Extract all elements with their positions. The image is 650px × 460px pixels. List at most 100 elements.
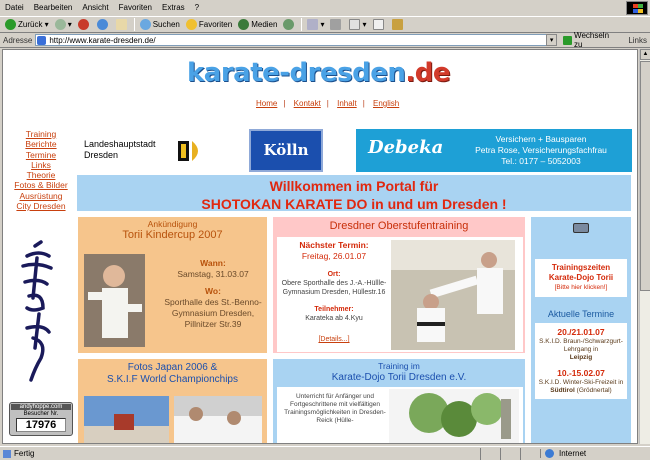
side-link-fotos[interactable]: Fotos & Bilder	[11, 180, 71, 190]
url-text: http://www.karate-dresden.de/	[49, 35, 156, 45]
side-link-training[interactable]: Training	[11, 129, 71, 139]
details-link[interactable]: [Details...]	[318, 336, 349, 343]
panel-right-sidebar: Trainingszeiten Karate-Dojo Torii [Bitte…	[530, 216, 632, 443]
counter-value: 17976	[16, 418, 66, 432]
side-link-termine[interactable]: Termine	[11, 150, 71, 160]
panel-training-header: Training im	[378, 361, 420, 371]
windows-logo-icon	[626, 1, 648, 15]
scroll-thumb[interactable]	[640, 61, 650, 291]
back-button[interactable]: Zurück ▾	[2, 17, 52, 32]
media-icon	[238, 19, 250, 30]
aktuelle-termine-heading: Aktuelle Termine	[547, 309, 615, 319]
go-arrow-icon	[563, 35, 573, 45]
page-viewport: karate-dresden.de Home | Kontakt | Inhalt |…	[2, 49, 638, 444]
top-navigation: Home | Kontakt | Inhalt | English	[256, 99, 400, 108]
status-bar: Fertig Internet	[0, 446, 650, 460]
messenger-button[interactable]	[389, 17, 408, 32]
panel-fotos-japan: Fotos Japan 2006 & S.K.I.F World Champio…	[77, 358, 268, 444]
scroll-up-button[interactable]: ▲	[640, 49, 650, 60]
status-text: Fertig	[0, 449, 480, 458]
document-icon	[372, 19, 384, 30]
menu-extras[interactable]: Extras	[157, 3, 190, 12]
panel-oberstufentraining: Dresdner Oberstufentraining Nächster Ter…	[272, 216, 526, 354]
panel-training-text: Unterricht für Anfänger und Fortgeschrit…	[284, 393, 386, 424]
links-button[interactable]: Links	[625, 36, 650, 45]
discuss-button[interactable]	[370, 17, 389, 32]
japan-photo-1[interactable]	[84, 396, 169, 444]
karate-kid-photo	[84, 254, 145, 347]
edit-button[interactable]: ▾	[346, 17, 369, 32]
refresh-button[interactable]	[94, 17, 113, 32]
mail-button[interactable]: ▾	[304, 17, 327, 32]
printer-icon	[330, 19, 342, 30]
search-icon	[139, 19, 151, 30]
counter-site: andyhoppe.com	[11, 404, 71, 410]
menu-bearbeiten[interactable]: Bearbeiten	[29, 3, 78, 12]
toolbar-separator	[133, 18, 135, 31]
browser-window: Datei Bearbeiten Ansicht Favoriten Extra…	[0, 0, 650, 460]
mail-icon	[307, 19, 319, 30]
media-button[interactable]: Medien	[235, 17, 280, 32]
vertical-scrollbar[interactable]: ▲	[639, 49, 650, 444]
side-link-berichte[interactable]: Berichte	[11, 139, 71, 149]
address-dropdown-button[interactable]: ▾	[546, 34, 558, 46]
edit-icon	[349, 19, 361, 30]
panel-kindercup-header: Ankündigung	[147, 219, 198, 229]
menu-help[interactable]: ?	[190, 3, 204, 12]
trainingszeiten-box[interactable]: Trainingszeiten Karate-Dojo Torii [Bitte…	[535, 259, 627, 297]
panel-training-dojo: Training im Karate-Dojo Torii Dresden e.…	[272, 358, 526, 443]
welcome-banner: Willkommen im Portal für SHOTOKAN KARATE…	[76, 174, 632, 212]
back-arrow-icon	[5, 19, 16, 30]
menu-favoriten[interactable]: Favoriten	[114, 3, 157, 12]
site-logo[interactable]: karate-dresden.de	[187, 58, 450, 88]
debeka-text: Versichern + Bausparen Petra Rose, Versi…	[475, 134, 607, 166]
address-bar: Adresse http://www.karate-dresden.de/ ▾ …	[0, 31, 650, 49]
sparring-photo	[391, 240, 515, 350]
nav-link-inhalt[interactable]: Inhalt	[337, 99, 357, 108]
side-link-links[interactable]: Links	[11, 160, 71, 170]
nav-link-home[interactable]: Home	[256, 99, 277, 108]
counter-label: Besucher Nr.	[23, 411, 59, 417]
refresh-icon	[96, 19, 108, 30]
nav-link-english[interactable]: English	[373, 99, 399, 108]
home-button[interactable]	[113, 17, 132, 32]
webcam-icon[interactable]	[573, 223, 589, 233]
japan-photo-2[interactable]	[174, 396, 262, 444]
messenger-icon	[391, 19, 403, 30]
panel-oberstufe-box: Nächster Termin: Freitag, 26.01.07 Ort: …	[277, 237, 523, 352]
panel-training-box: Unterricht für Anfänger und Fortgeschrit…	[277, 387, 523, 443]
history-icon	[283, 19, 295, 30]
nav-link-kontakt[interactable]: Kontakt	[294, 99, 321, 108]
side-link-ausruestung[interactable]: Ausrüstung	[11, 191, 71, 201]
banner-dresden[interactable]: Landeshauptstadt Dresden	[78, 129, 218, 172]
visitor-counter[interactable]: andyhoppe.com Besucher Nr. 17976	[9, 402, 73, 436]
panel-kindercup-title: Torii Kindercup 2007	[122, 229, 223, 241]
address-input[interactable]: http://www.karate-dresden.de/	[35, 34, 558, 46]
dojo-garden-photo	[389, 389, 519, 443]
menu-datei[interactable]: Datei	[0, 3, 29, 12]
calligraphy-image	[21, 240, 53, 382]
favorites-button[interactable]: Favoriten	[183, 17, 235, 32]
search-button[interactable]: Suchen	[137, 17, 183, 32]
banner-koelln[interactable]: Kölln	[249, 129, 323, 172]
forward-button[interactable]: ▾	[52, 17, 75, 32]
termine-box: 20./21.01.07 S.K.I.D. Braun-/Schwarzgurt…	[535, 323, 627, 399]
menu-bar: Datei Bearbeiten Ansicht Favoriten Extra…	[0, 0, 650, 15]
home-icon	[115, 19, 127, 30]
go-button[interactable]: Wechseln zu	[563, 31, 619, 49]
panel-oberstufe-info: Nächster Termin: Freitag, 26.01.07 Ort: …	[281, 240, 387, 343]
page-icon	[37, 35, 47, 45]
panel-kindercup-info: Wann: Samstag, 31.03.07 Wo: Sporthalle d…	[164, 258, 262, 329]
side-link-theorie[interactable]: Theorie	[11, 170, 71, 180]
side-navigation: Training Berichte Termine Links Theorie …	[11, 129, 71, 211]
forward-arrow-icon	[54, 19, 66, 30]
banner-debeka[interactable]: Debeka Versichern + Bausparen Petra Rose…	[356, 129, 632, 172]
history-button[interactable]	[280, 17, 299, 32]
side-link-city-dresden[interactable]: City Dresden	[11, 201, 71, 211]
print-button[interactable]	[327, 17, 346, 32]
stop-button[interactable]	[75, 17, 94, 32]
debeka-logo: Debeka	[368, 137, 444, 158]
security-zone: Internet	[540, 449, 650, 458]
menu-ansicht[interactable]: Ansicht	[77, 3, 113, 12]
panel-fotos-title: Fotos Japan 2006 & S.K.I.F World Champio…	[107, 362, 238, 385]
